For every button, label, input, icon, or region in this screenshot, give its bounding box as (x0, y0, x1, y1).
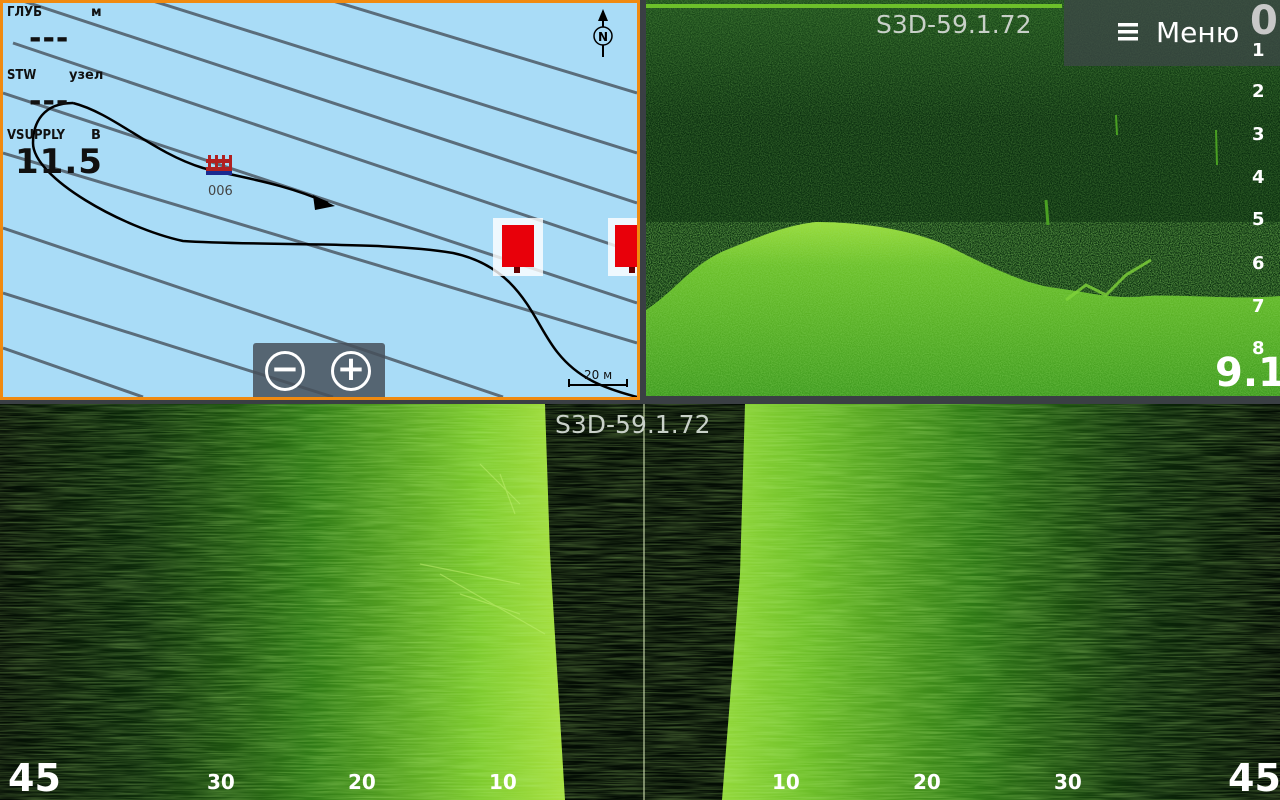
range-tick: 30 (1054, 770, 1082, 794)
stw-data-field[interactable]: STW узел --- (7, 66, 117, 126)
sidescan-pane[interactable]: S3D-59.1.72 45 30 20 10 10 20 30 45 (0, 404, 1280, 800)
depth-tick: 6 (1252, 253, 1265, 274)
sidescan-source-label: S3D-59.1.72 (555, 410, 711, 439)
range-tick: 20 (348, 770, 376, 794)
vsupply-value: 11.5 (15, 142, 103, 182)
depth-tick: 3 (1252, 124, 1265, 145)
buoy-icon (493, 218, 543, 276)
zoom-in-button[interactable]: + (331, 351, 371, 391)
zoom-out-button[interactable]: − (265, 351, 305, 391)
waypoint-label: 006 (208, 184, 233, 199)
hamburger-icon (1118, 23, 1138, 41)
depth-scale-top: 0 (1250, 0, 1278, 44)
sonar-source-label: S3D-59.1.72 (876, 10, 1032, 39)
depth-value: --- (29, 21, 70, 56)
scale-label: 20 м (584, 368, 613, 382)
stw-unit: узел (69, 68, 104, 83)
range-right: 45 (1228, 756, 1280, 800)
depth-unit: м (91, 5, 102, 20)
menu-button[interactable]: Меню (1064, 0, 1280, 66)
north-arrow-icon: N (593, 9, 613, 57)
menu-label: Меню (1156, 16, 1240, 49)
depth-readout: 9.1 (1215, 350, 1280, 396)
plus-icon: + (336, 349, 366, 389)
range-left: 45 (8, 756, 61, 800)
vsupply-unit: В (91, 128, 101, 143)
sonar-pane[interactable]: S3D-59.1.72 Меню 0 1 2 3 4 5 6 7 8 9.1 (646, 0, 1280, 396)
vsupply-label: VSUPPLY (7, 128, 66, 143)
sidescan-image[interactable] (0, 404, 1280, 800)
range-tick: 30 (207, 770, 235, 794)
depth-tick: 2 (1252, 81, 1265, 102)
depth-data-field[interactable]: ГЛУБ м --- (7, 3, 117, 67)
depth-tick: 4 (1252, 167, 1265, 188)
depth-tick: 1 (1252, 40, 1265, 61)
range-tick: 20 (913, 770, 941, 794)
vsupply-data-field[interactable]: VSUPPLY В 11.5 (7, 126, 117, 186)
map-pane[interactable]: N ГЛУБ м --- STW узел --- VSUPPLY В 11.5… (0, 0, 640, 400)
stw-label: STW (7, 68, 37, 83)
depth-tick: 5 (1252, 209, 1265, 230)
depth-tick: 7 (1252, 296, 1265, 317)
depth-label: ГЛУБ (7, 5, 43, 20)
range-tick: 10 (489, 770, 517, 794)
svg-text:N: N (598, 30, 608, 44)
stw-value: --- (29, 84, 70, 119)
buoy-icon (608, 218, 637, 276)
zoom-controls: − + (253, 343, 385, 397)
minus-icon: − (270, 349, 300, 389)
range-tick: 10 (772, 770, 800, 794)
